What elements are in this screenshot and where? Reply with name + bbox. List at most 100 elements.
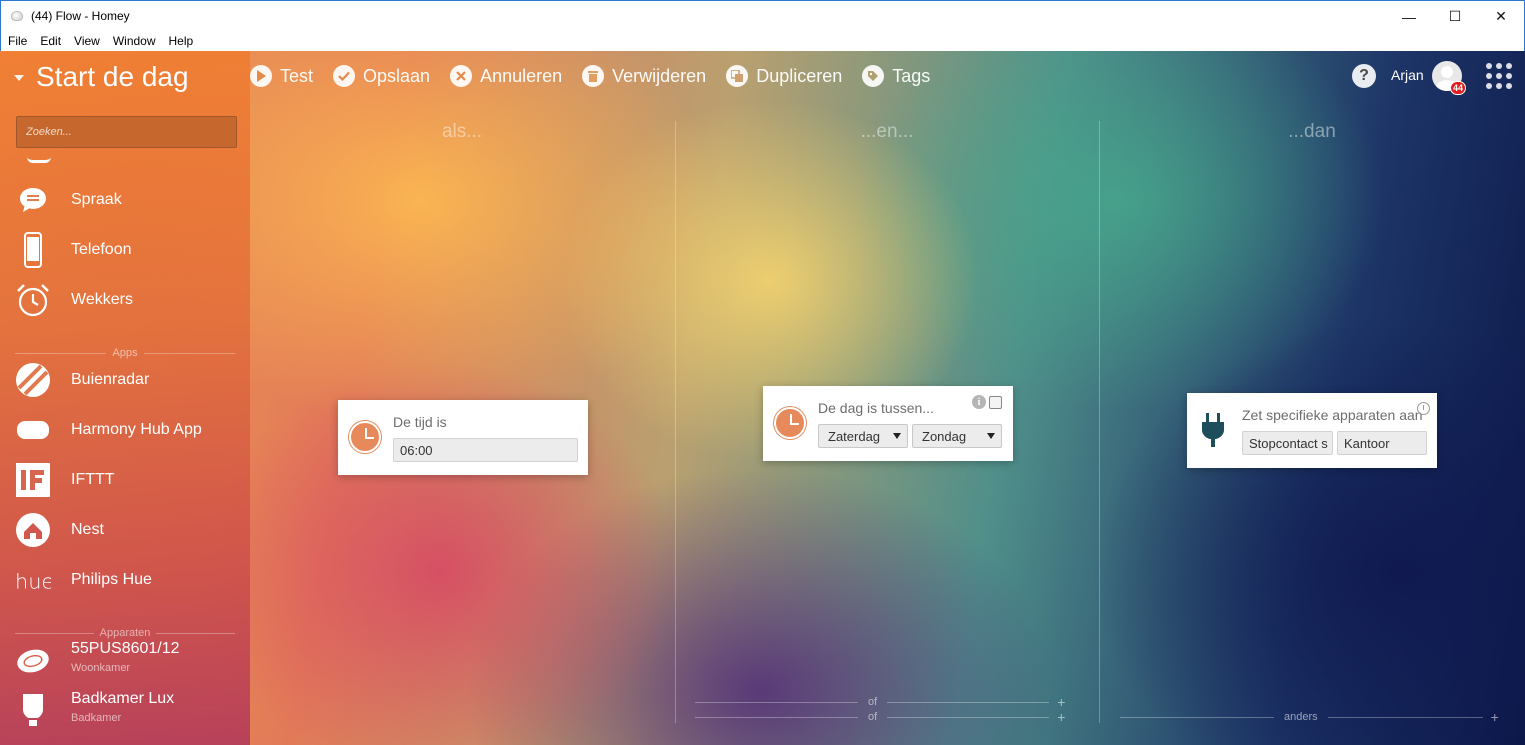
window-title: (44) Flow - Homey (31, 9, 130, 23)
add-or-group-button[interactable]: + (1057, 709, 1065, 725)
sidebar-item-label: Telefoon (71, 241, 132, 258)
menu-view[interactable]: View (67, 34, 106, 48)
cancel-button[interactable]: Annuleren (450, 65, 562, 87)
caret-down-icon (14, 75, 24, 81)
flow-name-selector[interactable]: Start de dag (14, 61, 189, 93)
column-divider (675, 121, 676, 723)
flow-name: Start de dag (36, 61, 189, 92)
sidebar-item-badkamer-lux[interactable]: Badkamer Lux Badkamer (0, 688, 250, 732)
phone-icon (15, 232, 51, 268)
sidebar-item-ifttt[interactable]: IFTTT (0, 458, 250, 502)
card-title: Zet specifieke apparaten aan (1242, 407, 1423, 423)
clock-icon (774, 407, 806, 439)
clock-icon (349, 421, 381, 453)
sidebar-item-telefoon[interactable]: Telefoon (0, 228, 250, 272)
save-button[interactable]: Opslaan (333, 65, 430, 87)
copy-icon (726, 65, 749, 87)
tag-icon (862, 65, 885, 87)
flow-toolbar: Test Opslaan Annuleren Verwijderen Dupli… (250, 51, 950, 101)
card-title: De tijd is (393, 414, 447, 430)
ifttt-icon (15, 462, 51, 498)
day-from-select[interactable]: Zaterdag (818, 424, 908, 448)
sidebar-item-tv[interactable]: 55PUS8601/12 Woonkamer (0, 638, 250, 682)
sidebar-item-philips-hue[interactable]: hue Philips Hue (0, 558, 250, 602)
notification-badge[interactable]: 44 (1450, 81, 1466, 95)
window-title-bar: (44) Flow - Homey — ☐ ✕ (0, 0, 1525, 31)
sidebar-item-label: 55PUS8601/12 (71, 640, 180, 657)
else-row: anders + (1120, 709, 1499, 725)
delete-button[interactable]: Verwijderen (582, 65, 706, 87)
menu-file[interactable]: File (1, 34, 33, 48)
column-when-title: als... (441, 121, 483, 142)
svg-text:hue: hue (15, 570, 51, 594)
sidebar-item-label: Harmony Hub App (71, 421, 202, 438)
dropdown-arrow-icon (987, 433, 995, 439)
device-field[interactable]: Stopcontact s (1242, 431, 1333, 455)
tags-button[interactable]: Tags (862, 65, 930, 87)
plug-icon (1201, 413, 1225, 454)
add-else-button[interactable]: + (1491, 709, 1499, 725)
harmony-icon (15, 412, 51, 448)
check-icon (333, 65, 356, 87)
sidebar-item-zone: Badkamer (71, 712, 122, 724)
flow-editor: Start de dag Spraak Telefoon Wekkers App… (0, 51, 1525, 745)
zone-field[interactable]: Kantoor (1337, 431, 1427, 455)
sidebar-item-label: Badkamer Lux (71, 690, 175, 707)
sidebar-item-label: Buienradar (71, 371, 150, 388)
close-button[interactable]: ✕ (1478, 1, 1524, 32)
sidebar-item-label: Wekkers (71, 291, 133, 308)
sidebar-item-label: Spraak (71, 191, 122, 208)
timer-icon[interactable] (1417, 402, 1430, 415)
user-name[interactable]: Arjan (1391, 67, 1424, 83)
sidebar-item-harmony[interactable]: Harmony Hub App (0, 408, 250, 452)
test-button[interactable]: Test (250, 65, 313, 87)
menu-window[interactable]: Window (106, 34, 162, 48)
sidebar-item-zone: Woonkamer (71, 662, 131, 674)
menu-bar: File Edit View Window Help (0, 31, 1525, 51)
scrolled-item-icon (27, 157, 51, 163)
menu-edit[interactable]: Edit (33, 34, 67, 48)
buienradar-icon (15, 362, 51, 398)
card-title: De dag is tussen... (818, 400, 934, 416)
sidebar-item-label: Philips Hue (71, 571, 152, 588)
column-and-title: ...en... (860, 121, 914, 142)
chat-bubble-icon (15, 182, 51, 218)
or-row: of + (695, 694, 1065, 710)
minimize-button[interactable]: — (1386, 1, 1432, 32)
hue-icon: hue (15, 562, 51, 598)
info-icon[interactable]: i (972, 395, 986, 409)
sidebar-item-label: IFTTT (71, 471, 115, 488)
time-field[interactable]: 06:00 (393, 438, 578, 462)
trash-icon (582, 65, 605, 87)
sidebar-item-spraak[interactable]: Spraak (0, 178, 250, 222)
sidebar: Start de dag Spraak Telefoon Wekkers App… (0, 51, 250, 745)
sidebar-item-buienradar[interactable]: Buienradar (0, 358, 250, 402)
action-card[interactable]: Zet specifieke apparaten aan Stopcontact… (1187, 393, 1437, 468)
nest-icon (15, 512, 51, 548)
sidebar-item-nest[interactable]: Nest (0, 508, 250, 552)
apps-grid-icon[interactable] (1486, 63, 1512, 89)
invert-checkbox[interactable] (989, 396, 1002, 409)
sidebar-item-wekkers[interactable]: Wekkers (0, 278, 250, 322)
or-row: of + (695, 709, 1065, 725)
homey-app-icon (11, 11, 23, 21)
add-or-group-button[interactable]: + (1057, 694, 1065, 710)
condition-card[interactable]: De dag is tussen... i Zaterdag Zondag (763, 386, 1013, 461)
sidebar-item-label: Nest (71, 521, 104, 538)
day-to-select[interactable]: Zondag (912, 424, 1002, 448)
trigger-card[interactable]: De tijd is 06:00 (338, 400, 588, 475)
column-divider (1099, 121, 1100, 723)
lightbulb-icon (15, 692, 51, 728)
duplicate-button[interactable]: Dupliceren (726, 65, 842, 87)
column-then-title: ...dan (1288, 121, 1336, 142)
play-icon (250, 65, 272, 87)
search-input[interactable] (16, 116, 237, 148)
maximize-button[interactable]: ☐ (1432, 1, 1478, 32)
menu-help[interactable]: Help (162, 34, 200, 48)
window-controls: — ☐ ✕ (1386, 1, 1524, 32)
tv-icon (15, 642, 51, 678)
alarm-clock-icon (15, 282, 51, 318)
help-button[interactable]: ? (1352, 64, 1376, 88)
dropdown-arrow-icon (893, 433, 901, 439)
close-circle-icon (450, 65, 473, 87)
